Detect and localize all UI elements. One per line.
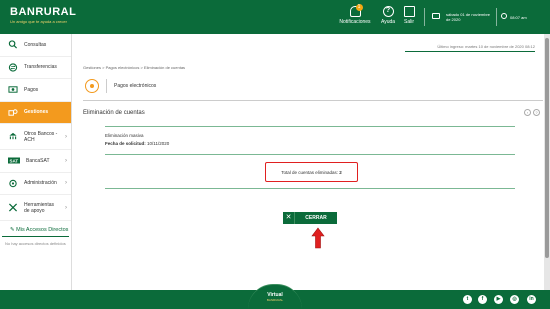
total-deleted-box: Total de cuentas eliminadas: 2 [265, 162, 358, 182]
module-label: Pagos electrónicos [114, 83, 157, 89]
sidebar-item-label: Transferencias [24, 64, 57, 71]
sidebar-item-label: Gestiones [24, 109, 49, 116]
sidebar: Consultas Transferencias Pagos Gestiones… [0, 34, 72, 290]
main-content: Último ingreso: martes 10 de noviembre d… [73, 34, 543, 290]
sat-icon: SAT [8, 157, 20, 164]
help-icon[interactable]: ? [533, 109, 540, 116]
current-date: sábado 01 de noviembre de 2020 [446, 12, 492, 22]
favorites-title: ✎ Mis Accesos Directos [2, 221, 69, 237]
footer: Virtual BANRURAL t f ▶ ◎ in [0, 284, 550, 309]
sidebar-item-transferencias[interactable]: Transferencias [0, 57, 71, 79]
notification-badge: 1 [355, 4, 363, 11]
chevron-right-icon: › [65, 180, 67, 187]
close-button-label: CERRAR [295, 212, 337, 224]
chevron-right-icon: › [65, 204, 67, 211]
header-divider [424, 8, 425, 26]
sidebar-item-pagos[interactable]: Pagos [0, 79, 71, 102]
twitter-icon[interactable]: t [463, 295, 472, 304]
chevron-right-icon: › [65, 133, 67, 140]
total-label: Total de cuentas eliminadas: [281, 169, 338, 175]
badge-subtitle: BANRURAL [266, 298, 284, 302]
last-login: Último ingreso: martes 10 de noviembre d… [405, 44, 535, 52]
sidebar-item-otros-bancos[interactable]: Otros Bancos - ACH › [0, 124, 71, 150]
logo-title: BANRURAL [10, 6, 77, 18]
calendar-icon [432, 13, 440, 19]
sidebar-item-label: Otros Bancos - ACH [24, 130, 58, 143]
sidebar-item-herramientas[interactable]: Herramientas de apoyo › [0, 195, 71, 221]
chevron-right-icon: › [65, 157, 67, 164]
request-info: Eliminación masiva Fecha de solicitud: 1… [105, 132, 169, 148]
linkedin-icon[interactable]: in [527, 295, 536, 304]
sidebar-item-label: Pagos [24, 86, 39, 93]
sidebar-item-gestiones[interactable]: Gestiones [0, 101, 71, 124]
favorites-empty-text: No hay accesos directos definidos [5, 241, 66, 246]
instagram-icon[interactable]: ◎ [510, 295, 519, 304]
sidebar-item-bancasat[interactable]: SAT BancaSAT › [0, 150, 71, 173]
clock-icon [501, 13, 507, 19]
bell-icon: 1 [349, 4, 363, 17]
facebook-icon[interactable]: f [478, 295, 487, 304]
payments-icon [8, 86, 18, 93]
section-title: Eliminación de cuentas [83, 110, 145, 116]
gestiones-icon [8, 109, 18, 116]
target-icon [85, 79, 99, 93]
banrural-logo[interactable]: BANRURAL Un amigo que te ayuda a crecer [10, 6, 76, 24]
info-title: Eliminación masiva [105, 133, 144, 138]
divider [105, 126, 515, 127]
top-header: BANRURAL Un amigo que te ayuda a crecer … [0, 0, 550, 34]
admin-icon [9, 179, 17, 187]
notifications-button[interactable]: 1 Notificaciones [337, 4, 373, 25]
search-icon [8, 40, 18, 49]
sidebar-item-administracion[interactable]: Administración › [0, 173, 71, 195]
module-divider [106, 79, 107, 93]
request-date-label: Fecha de solicitud: [105, 141, 146, 146]
exit-icon [403, 6, 415, 17]
exit-label: Salir [403, 19, 414, 25]
arrow-up-icon [311, 227, 325, 249]
current-time: 08:07 am [510, 15, 527, 20]
help-icon: ? [382, 6, 394, 17]
divider [83, 100, 543, 101]
header-divider [496, 8, 497, 26]
bank-icon [9, 132, 17, 140]
youtube-icon[interactable]: ▶ [494, 295, 503, 304]
sidebar-item-consultas[interactable]: Consultas [0, 34, 71, 57]
logo-tagline: Un amigo que te ayuda a crecer [10, 19, 67, 24]
sidebar-item-label: Herramientas de apoyo [24, 201, 55, 214]
divider [105, 188, 515, 189]
collapse-icon[interactable]: ‹ [524, 109, 531, 116]
request-date: Fecha de solicitud: 10/11/2020 [105, 140, 169, 148]
date-line-2: de 2020 [446, 17, 461, 22]
transfer-icon [8, 63, 18, 72]
divider [105, 154, 515, 155]
vertical-scrollbar[interactable] [544, 34, 550, 290]
tools-icon [8, 203, 18, 212]
sidebar-item-label: Consultas [24, 41, 47, 48]
close-button[interactable]: ✕ CERRAR [283, 212, 337, 224]
close-icon: ✕ [283, 212, 295, 224]
svg-text:SAT: SAT [10, 159, 19, 164]
help-label: Ayuda [380, 19, 396, 25]
request-date-value: 10/11/2020 [147, 141, 170, 146]
notifications-label: Notificaciones [339, 19, 371, 25]
sidebar-item-label: Administración [24, 180, 57, 187]
help-button[interactable]: ? Ayuda [380, 6, 396, 25]
exit-button[interactable]: Salir [403, 6, 415, 25]
breadcrumb: Gestiones > Pagos electrónicos > Elimina… [83, 65, 186, 70]
sidebar-item-label: BancaSAT [26, 157, 50, 164]
scrollbar-thumb[interactable] [545, 38, 549, 258]
module-header: Pagos electrónicos [85, 79, 156, 93]
favorites-title-text: Mis Accesos Directos [16, 227, 69, 233]
total-value: 2 [339, 169, 342, 175]
